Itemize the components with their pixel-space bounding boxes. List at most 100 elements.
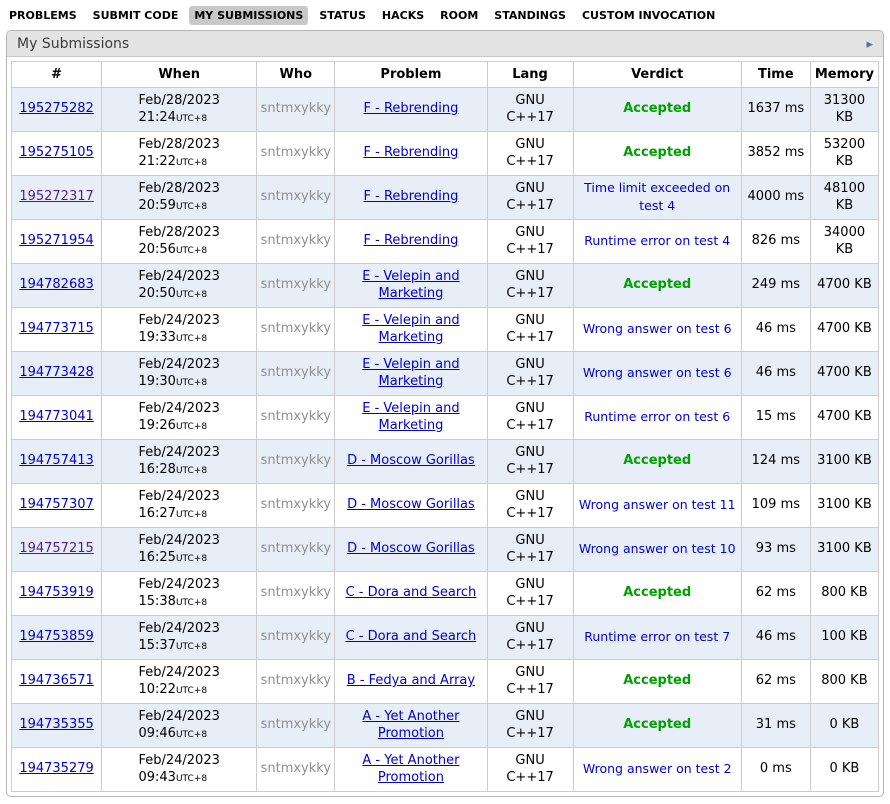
problem-link[interactable]: F - Rebrending	[364, 145, 459, 160]
submission-who-cell: sntmxykky	[257, 308, 335, 352]
col-header-verdict: Verdict	[573, 62, 741, 88]
problem-link[interactable]: E - Velepin and Marketing	[362, 313, 459, 345]
nav-item-status[interactable]: STATUS	[314, 6, 371, 25]
submission-time: 16:28	[138, 462, 175, 477]
submission-who-cell: sntmxykky	[257, 528, 335, 572]
table-row: 194735279 Feb/24/2023 09:43UTC+8 sntmxyk…	[12, 748, 879, 792]
submission-lang-cell: GNU C++17	[487, 528, 573, 572]
submission-id-link[interactable]: 194753919	[19, 585, 93, 600]
problem-link[interactable]: D - Moscow Gorillas	[347, 497, 475, 512]
submission-time: 20:59	[138, 198, 175, 213]
submission-lang-cell: GNU C++17	[487, 484, 573, 528]
table-row: 194782683 Feb/24/2023 20:50UTC+8 sntmxyk…	[12, 264, 879, 308]
submission-time-used-cell: 31 ms	[741, 704, 810, 748]
submission-time: 21:24	[138, 110, 175, 125]
submission-date: Feb/28/2023	[138, 181, 219, 196]
submission-time-used-cell: 46 ms	[741, 352, 810, 396]
submission-id-link[interactable]: 195272317	[19, 189, 93, 204]
submission-verdict-cell: Wrong answer on test 6	[573, 308, 741, 352]
problem-link[interactable]: C - Dora and Search	[346, 585, 477, 600]
submission-date: Feb/24/2023	[138, 753, 219, 768]
submission-lang-cell: GNU C++17	[487, 660, 573, 704]
problem-link[interactable]: D - Moscow Gorillas	[347, 541, 475, 556]
submission-id-link[interactable]: 194757215	[19, 541, 93, 556]
submission-when-cell: Feb/24/2023 09:46UTC+8	[102, 704, 257, 748]
nav-item-my-submissions[interactable]: MY SUBMISSIONS	[189, 6, 308, 25]
submission-timezone: UTC+8	[176, 158, 207, 168]
submission-time: 09:46	[138, 726, 175, 741]
nav-item-problems[interactable]: PROBLEMS	[4, 6, 82, 25]
nav-item-hacks[interactable]: HACKS	[377, 6, 429, 25]
submission-id-link[interactable]: 194736571	[19, 673, 93, 688]
problem-link[interactable]: E - Velepin and Marketing	[362, 357, 459, 389]
submission-author: sntmxykky	[261, 321, 331, 336]
submission-id-link[interactable]: 194757307	[19, 497, 93, 512]
submission-who-cell: sntmxykky	[257, 704, 335, 748]
submission-memory-used-cell: 4700 KB	[810, 308, 878, 352]
submission-id-link[interactable]: 195275282	[19, 101, 93, 116]
problem-link[interactable]: E - Velepin and Marketing	[362, 269, 459, 301]
submission-id-cell: 194736571	[12, 660, 102, 704]
nav-item-standings[interactable]: STANDINGS	[489, 6, 571, 25]
submission-who-cell: sntmxykky	[257, 220, 335, 264]
verdict-text: Accepted	[623, 145, 691, 160]
problem-link[interactable]: A - Yet Another Promotion	[362, 753, 459, 785]
nav-item-room[interactable]: ROOM	[435, 6, 483, 25]
submission-date: Feb/24/2023	[138, 665, 219, 680]
submission-lang-cell: GNU C++17	[487, 176, 573, 220]
problem-link[interactable]: B - Fedya and Array	[347, 673, 475, 688]
submission-author: sntmxykky	[261, 277, 331, 292]
problem-link[interactable]: C - Dora and Search	[346, 629, 477, 644]
problem-link[interactable]: F - Rebrending	[364, 233, 459, 248]
submission-lang-cell: GNU C++17	[487, 748, 573, 792]
submission-who-cell: sntmxykky	[257, 132, 335, 176]
submission-lang-cell: GNU C++17	[487, 264, 573, 308]
submission-id-link[interactable]: 195275105	[19, 145, 93, 160]
submission-timezone: UTC+8	[176, 290, 207, 300]
submission-id-cell: 194753859	[12, 616, 102, 660]
submission-memory-used-cell: 0 KB	[810, 704, 878, 748]
submission-id-link[interactable]: 194773428	[19, 365, 93, 380]
table-row: 194753919 Feb/24/2023 15:38UTC+8 sntmxyk…	[12, 572, 879, 616]
col-header-who: Who	[257, 62, 335, 88]
time-used: 3852 ms	[748, 145, 805, 160]
submission-problem-cell: F - Rebrending	[335, 88, 487, 132]
time-used: 15 ms	[756, 409, 796, 424]
problem-link[interactable]: E - Velepin and Marketing	[362, 401, 459, 433]
verdict-text: Wrong answer on test 6	[583, 321, 732, 336]
submission-id-link[interactable]: 194757413	[19, 453, 93, 468]
submission-language: GNU C++17	[504, 93, 556, 127]
submission-id-link[interactable]: 194773715	[19, 321, 93, 336]
table-row: 195275282 Feb/28/2023 21:24UTC+8 sntmxyk…	[12, 88, 879, 132]
submission-id-link[interactable]: 194735279	[19, 761, 93, 776]
problem-link[interactable]: F - Rebrending	[364, 101, 459, 116]
submission-id-cell: 195271954	[12, 220, 102, 264]
submission-date: Feb/24/2023	[138, 533, 219, 548]
submission-when-cell: Feb/28/2023 21:24UTC+8	[102, 88, 257, 132]
submission-date: Feb/24/2023	[138, 313, 219, 328]
submission-id-link[interactable]: 194753859	[19, 629, 93, 644]
submissions-table: # When Who Problem Lang Verdict Time Mem…	[11, 61, 879, 792]
submission-id-link[interactable]: 195271954	[19, 233, 93, 248]
submission-id-cell: 194757413	[12, 440, 102, 484]
problem-link[interactable]: A - Yet Another Promotion	[362, 709, 459, 741]
problem-link[interactable]: F - Rebrending	[364, 189, 459, 204]
submission-verdict-cell: Runtime error on test 7	[573, 616, 741, 660]
submission-date: Feb/28/2023	[138, 137, 219, 152]
problem-link[interactable]: D - Moscow Gorillas	[347, 453, 475, 468]
submission-verdict-cell: Wrong answer on test 11	[573, 484, 741, 528]
submission-id-link[interactable]: 194773041	[19, 409, 93, 424]
submission-memory-used-cell: 3100 KB	[810, 440, 878, 484]
memory-used: 100 KB	[821, 629, 867, 644]
submission-problem-cell: B - Fedya and Array	[335, 660, 487, 704]
submission-timezone: UTC+8	[176, 686, 207, 696]
submission-id-link[interactable]: 194735355	[19, 717, 93, 732]
submission-id-link[interactable]: 194782683	[19, 277, 93, 292]
expand-arrow-icon[interactable]: ▸	[866, 38, 873, 51]
submission-date: Feb/24/2023	[138, 621, 219, 636]
submission-time-used-cell: 109 ms	[741, 484, 810, 528]
nav-item-submit-code[interactable]: SUBMIT CODE	[88, 6, 184, 25]
submission-who-cell: sntmxykky	[257, 176, 335, 220]
submission-time: 15:38	[138, 594, 175, 609]
nav-item-custom-invocation[interactable]: CUSTOM INVOCATION	[577, 6, 720, 25]
